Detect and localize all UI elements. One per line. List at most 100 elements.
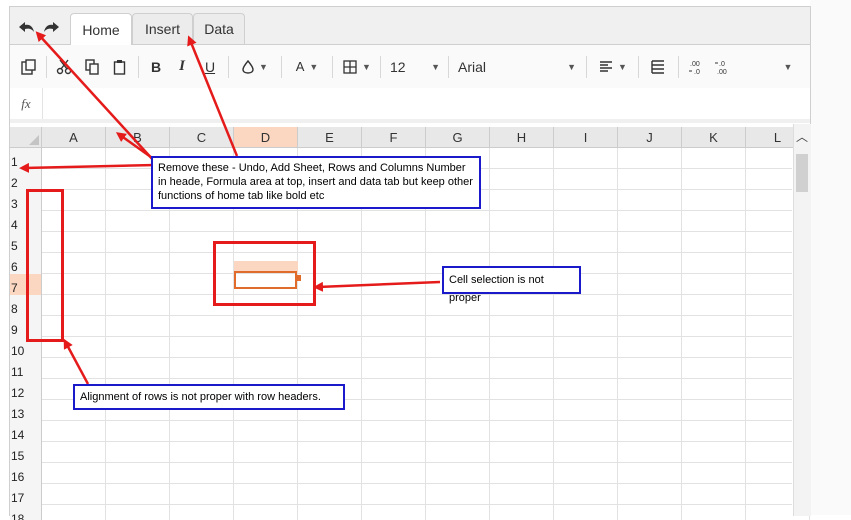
toolbar-overflow-button[interactable]: ▼ xyxy=(780,45,796,88)
tab-insert[interactable]: Insert xyxy=(132,13,193,44)
scrollbar-thumb[interactable] xyxy=(796,154,808,192)
tab-home[interactable]: Home xyxy=(70,13,132,45)
toolbar-divider xyxy=(332,56,333,78)
row-header-1[interactable]: 1 xyxy=(10,148,42,169)
copy-button[interactable] xyxy=(82,45,102,88)
row-header-14[interactable]: 14 xyxy=(10,421,42,442)
align-dropdown[interactable]: ▼ xyxy=(596,45,630,88)
grid-row-line xyxy=(42,378,792,379)
chevron-down-icon: ▼ xyxy=(362,61,371,72)
borders-icon xyxy=(343,59,357,74)
wrap-text-button[interactable] xyxy=(648,45,668,88)
annotation-selection-box xyxy=(213,241,316,306)
paste-special-button[interactable] xyxy=(18,45,38,88)
row-header-11[interactable]: 11 xyxy=(10,358,42,379)
grid-column-line xyxy=(681,148,682,520)
grid-row-line xyxy=(42,273,792,274)
font-color-icon: A xyxy=(295,59,305,74)
column-header-a[interactable]: A xyxy=(42,127,106,148)
column-header-g[interactable]: G xyxy=(426,127,490,148)
row-header-18[interactable]: 18 xyxy=(10,505,42,520)
page-gutter xyxy=(810,0,851,515)
vertical-scrollbar[interactable]: ︿ xyxy=(793,124,811,516)
row-header-2[interactable]: 2 xyxy=(10,169,42,190)
chevron-down-icon: ▼ xyxy=(567,61,576,72)
grid-row-line xyxy=(42,336,792,337)
bold-button[interactable]: B xyxy=(146,45,166,88)
chevron-down-icon: ▼ xyxy=(618,61,627,72)
toolbar-divider xyxy=(678,56,679,78)
svg-text:.00: .00 xyxy=(717,69,727,75)
decrease-decimal-button[interactable]: .0.00 xyxy=(712,45,734,88)
paint-drop-icon xyxy=(242,59,254,74)
row-header-17[interactable]: 17 xyxy=(10,484,42,505)
toolbar-divider xyxy=(281,56,282,78)
column-header-i[interactable]: I xyxy=(554,127,618,148)
clipboard-format-icon xyxy=(20,58,36,75)
toolbar-divider xyxy=(586,56,587,78)
grid-row-line xyxy=(42,483,792,484)
paste-button[interactable] xyxy=(110,45,130,88)
font-size-dropdown[interactable]: 12 ▼ xyxy=(390,45,440,88)
font-size-value: 12 xyxy=(390,58,406,75)
grid-column-line xyxy=(553,148,554,520)
formula-input[interactable] xyxy=(44,88,810,119)
fill-color-dropdown[interactable]: ▼ xyxy=(238,45,272,88)
redo-icon[interactable] xyxy=(42,19,60,35)
scissors-icon xyxy=(56,59,72,74)
grid-row-line xyxy=(42,504,792,505)
wrap-text-icon xyxy=(651,59,664,74)
column-header-k[interactable]: K xyxy=(682,127,746,148)
grid-row-line xyxy=(42,462,792,463)
borders-dropdown[interactable]: ▼ xyxy=(342,45,372,88)
grid-row-line xyxy=(42,315,792,316)
font-color-dropdown[interactable]: A ▼ xyxy=(292,45,322,88)
toolbar-divider xyxy=(448,56,449,78)
grid-row-line xyxy=(42,210,792,211)
font-family-dropdown[interactable]: Arial ▼ xyxy=(458,45,576,88)
grid-row-line xyxy=(42,441,792,442)
chevron-up-icon[interactable]: ︿ xyxy=(796,128,808,145)
grid-column-line xyxy=(105,148,106,520)
column-header-d[interactable]: D xyxy=(234,127,298,148)
annotation-cell-note: Cell selection is not proper xyxy=(442,266,581,304)
select-all-corner[interactable] xyxy=(10,127,42,148)
column-header-f[interactable]: F xyxy=(362,127,426,148)
copy-icon xyxy=(84,58,99,75)
grid-row-line xyxy=(42,252,792,253)
row-header-16[interactable]: 16 xyxy=(10,463,42,484)
svg-text:.00: .00 xyxy=(690,61,700,68)
undo-icon[interactable] xyxy=(18,19,36,35)
column-header-h[interactable]: H xyxy=(490,127,554,148)
row-header-15[interactable]: 15 xyxy=(10,442,42,463)
svg-text:.0: .0 xyxy=(719,61,725,68)
chevron-down-icon: ▼ xyxy=(259,61,268,72)
home-toolbar: B I U ▼ A ▼ ▼ 12 ▼ Arial ▼ ▼ .00 .0 .0 .… xyxy=(10,45,810,89)
column-header-e[interactable]: E xyxy=(298,127,362,148)
chevron-down-icon: ▼ xyxy=(431,61,440,72)
column-header-b[interactable]: B xyxy=(106,127,170,148)
grid-column-line xyxy=(745,148,746,520)
row-header-13[interactable]: 13 xyxy=(10,400,42,421)
row-header-12[interactable]: 12 xyxy=(10,379,42,400)
paste-icon xyxy=(113,59,126,75)
annotation-remove-note: Remove these - Undo, Add Sheet, Rows and… xyxy=(151,156,481,209)
tab-data[interactable]: Data xyxy=(193,13,245,44)
formula-bar: fx xyxy=(10,88,810,120)
grid-row-line xyxy=(42,420,792,421)
toolbar-divider xyxy=(138,56,139,78)
column-header-j[interactable]: J xyxy=(618,127,682,148)
cut-button[interactable] xyxy=(54,45,74,88)
column-header-c[interactable]: C xyxy=(170,127,234,148)
annotation-row-headers-box xyxy=(26,189,64,342)
chevron-down-icon: ▼ xyxy=(309,61,319,72)
decrease-decimal-icon: .0.00 xyxy=(715,61,727,75)
underline-button[interactable]: U xyxy=(200,45,220,88)
italic-button[interactable]: I xyxy=(172,45,192,88)
grid-row-line xyxy=(42,231,792,232)
font-family-value: Arial xyxy=(458,58,487,75)
toolbar-divider xyxy=(228,56,229,78)
align-left-icon xyxy=(600,60,613,72)
grid-column-line xyxy=(617,148,618,520)
increase-decimal-button[interactable]: .00.0 xyxy=(686,45,708,88)
